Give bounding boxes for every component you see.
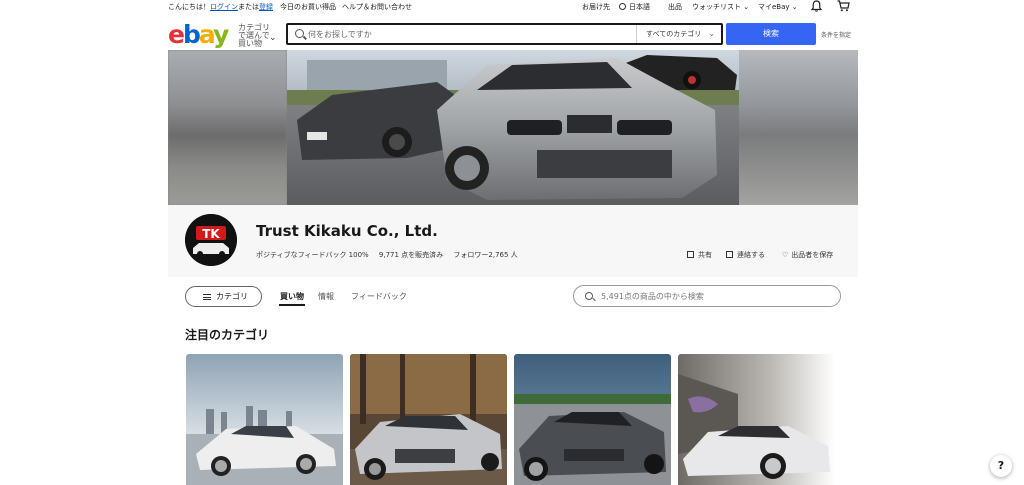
banner-blur-left [168,50,287,205]
share-label: 共有 [698,251,712,259]
category-select[interactable]: すべてのカテゴリ ⌄ [636,25,721,43]
category-card[interactable] [350,354,507,485]
search-input[interactable] [308,27,628,41]
greeting-text: こんにちは！ [168,3,210,11]
shop-by-category-button[interactable]: カテゴリ で選んで 買い物 ⌄ [238,24,278,48]
my-ebay-link[interactable]: マイeBay ⌄ [758,2,798,12]
category-card[interactable] [678,354,835,485]
login-link[interactable]: ログイン [210,3,238,11]
positive-feedback: ポジティブなフィードバック 100% [256,251,369,259]
my-ebay-label: マイeBay [758,3,790,11]
banner-blur-right [739,50,858,205]
advanced-search-link[interactable]: 条件を指定 [821,30,851,39]
shop-by-category-label: カテゴリ で選んで 買い物 [238,23,270,48]
store-banner-image [168,50,858,205]
help-contact-link[interactable]: ヘルプ＆お問い合わせ [342,2,412,12]
ship-to-link[interactable]: お届け先 [582,2,610,12]
category-card-image [514,354,671,485]
category-card[interactable] [514,354,671,485]
store-logo: TK [185,214,237,266]
menu-icon [203,294,211,300]
ebay-logo[interactable]: ebay [168,20,229,49]
tab-about[interactable]: 情報 [318,291,334,302]
tab-shop[interactable]: 買い物 [279,291,305,306]
store-stats: ポジティブなフィードバック 100% 9,771 点を販売済み フォロワー2,7… [256,250,526,260]
followers-count: フォロワー2,765 人 [453,251,518,259]
chevron-down-icon: ⌄ [708,29,715,38]
chevron-down-icon: ⌄ [791,3,798,11]
featured-categories-title: 注目のカテゴリ [185,328,270,342]
share-button[interactable]: 共有 [687,250,712,260]
or-text: または [238,3,259,11]
heart-icon: ♡ [782,251,789,259]
daily-deals-link[interactable]: 今日のお買い得品 [280,2,336,12]
greeting: こんにちは！ログインまたは登録 [168,2,273,12]
watchlist-link[interactable]: ウォッチリスト ⌄ [692,2,749,12]
save-seller-label: 出品者を保存 [791,251,834,259]
store-search-bar [573,285,841,307]
language-label: 日本語 [629,3,650,11]
top-utility-bar: こんにちは！ログインまたは登録 今日のお買い得品 ヘルプ＆お問い合わせ お届け先… [0,0,1024,13]
cart-icon[interactable] [837,0,850,12]
store-logo-image: TK [185,214,237,266]
register-link[interactable]: 登録 [259,3,273,11]
tab-feedback[interactable]: フィードバック [351,291,407,302]
category-select-value: すべてのカテゴリ [646,30,702,38]
store-search-input[interactable] [601,289,831,303]
contact-button[interactable]: 連絡する [726,250,765,260]
store-logo-text: TK [202,227,220,241]
language-selector[interactable]: 日本語 [619,2,650,12]
notification-bell-icon[interactable] [811,0,822,12]
contact-label: 連絡する [737,251,765,259]
category-card-image [186,354,343,485]
globe-icon [619,3,626,10]
message-icon [726,251,733,258]
search-icon [585,292,593,300]
chevron-down-icon: ⌄ [743,3,750,11]
share-icon [687,251,694,258]
store-info-panel: TK Trust Kikaku Co., Ltd. ポジティブなフィードバック … [168,205,858,277]
save-seller-button[interactable]: ♡ 出品者を保存 [782,250,833,260]
search-icon [295,29,304,38]
categories-label: カテゴリ [216,292,248,301]
categories-button[interactable]: カテゴリ [185,286,262,307]
chevron-down-icon: ⌄ [269,33,277,43]
category-card-image [350,354,507,485]
search-button[interactable]: 検索 [726,23,816,45]
store-name: Trust Kikaku Co., Ltd. [256,222,438,240]
watchlist-label: ウォッチリスト [692,3,741,11]
sell-link[interactable]: 出品 [668,2,682,12]
category-card[interactable] [186,354,343,485]
help-button[interactable]: ? [990,455,1012,477]
category-card-image [678,354,835,485]
main-search-bar: すべてのカテゴリ ⌄ [286,23,723,45]
items-sold: 9,771 点を販売済み [378,251,444,259]
banner-photo [287,50,739,205]
